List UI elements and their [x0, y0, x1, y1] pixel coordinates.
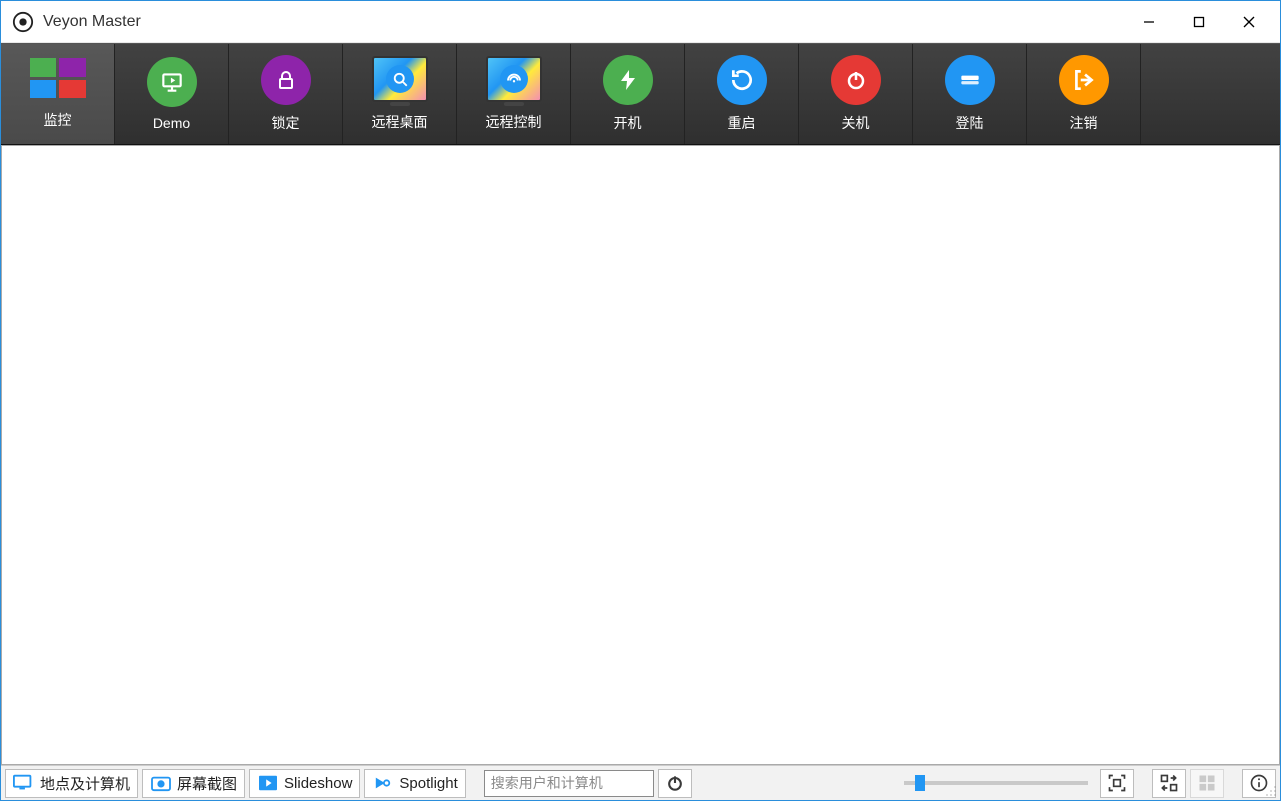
panel-spotlight-button[interactable]: Spotlight [364, 769, 465, 798]
power-icon [831, 55, 881, 105]
window-maximize-button[interactable] [1174, 4, 1224, 40]
search-input[interactable] [484, 770, 654, 797]
panel-locations-button[interactable]: 地点及计算机 [5, 769, 138, 798]
bolt-icon [603, 55, 653, 105]
toolbar-logout-label: 注销 [1070, 113, 1098, 133]
panel-slideshow-button[interactable]: Slideshow [249, 769, 360, 798]
grid-view-button[interactable] [1190, 769, 1224, 798]
panel-locations-label: 地点及计算机 [40, 773, 130, 794]
play-icon [257, 774, 279, 792]
zoom-slider[interactable] [896, 781, 1096, 785]
toolbar-monitor-button[interactable]: 监控 [1, 44, 115, 144]
panel-slideshow-label: Slideshow [284, 775, 352, 792]
monitor-small-icon [13, 774, 35, 792]
panel-screenshots-button[interactable]: 屏幕截图 [142, 769, 245, 798]
toolbar-shutdown-label: 关机 [842, 113, 870, 133]
camera-icon [150, 774, 172, 792]
toolbar-reboot-button[interactable]: 重启 [685, 44, 799, 144]
arrange-button[interactable] [1152, 769, 1186, 798]
window-title: Veyon Master [43, 13, 141, 31]
panel-screenshots-label: 屏幕截图 [177, 773, 237, 794]
spotlight-icon [372, 774, 394, 792]
login-icon [945, 55, 995, 105]
window-minimize-button[interactable] [1124, 4, 1174, 40]
toolbar-monitor-label: 监控 [44, 110, 72, 130]
app-icon [11, 10, 35, 34]
lock-icon [261, 55, 311, 105]
toolbar-login-button[interactable]: 登陆 [913, 44, 1027, 144]
toolbar-poweron-button[interactable]: 开机 [571, 44, 685, 144]
status-bar: 地点及计算机 屏幕截图 Slideshow Spotlight [1, 765, 1280, 800]
content-area [1, 145, 1280, 765]
presentation-icon [147, 57, 197, 107]
window-close-button[interactable] [1224, 4, 1274, 40]
toolbar-logout-button[interactable]: 注销 [1027, 44, 1141, 144]
toolbar-remote-desktop-button[interactable]: 远程桌面 [343, 44, 457, 144]
toolbar-demo-label: Demo [153, 115, 190, 131]
remote-control-icon [486, 56, 542, 102]
logout-icon [1059, 55, 1109, 105]
panel-spotlight-label: Spotlight [399, 775, 457, 792]
toolbar-remote-control-label: 远程控制 [486, 112, 542, 132]
main-toolbar: 监控 Demo 锁定 远程桌面 远程控制 [1, 43, 1280, 145]
remote-desktop-icon [372, 56, 428, 102]
toolbar-lock-button[interactable]: 锁定 [229, 44, 343, 144]
toolbar-demo-button[interactable]: Demo [115, 44, 229, 144]
auto-fit-button[interactable] [1100, 769, 1134, 798]
toolbar-shutdown-button[interactable]: 关机 [799, 44, 913, 144]
toolbar-lock-label: 锁定 [272, 113, 300, 133]
resize-grip-icon [1263, 783, 1277, 797]
reboot-icon [717, 55, 767, 105]
toolbar-poweron-label: 开机 [614, 113, 642, 133]
app-window: Veyon Master 监控 Demo [0, 0, 1281, 801]
monitor-icon [30, 58, 86, 98]
titlebar: Veyon Master [1, 1, 1280, 43]
toolbar-reboot-label: 重启 [728, 113, 756, 133]
toolbar-remote-desktop-label: 远程桌面 [372, 112, 428, 132]
toolbar-remote-control-button[interactable]: 远程控制 [457, 44, 571, 144]
toolbar-login-label: 登陆 [956, 113, 984, 133]
power-filter-button[interactable] [658, 769, 692, 798]
